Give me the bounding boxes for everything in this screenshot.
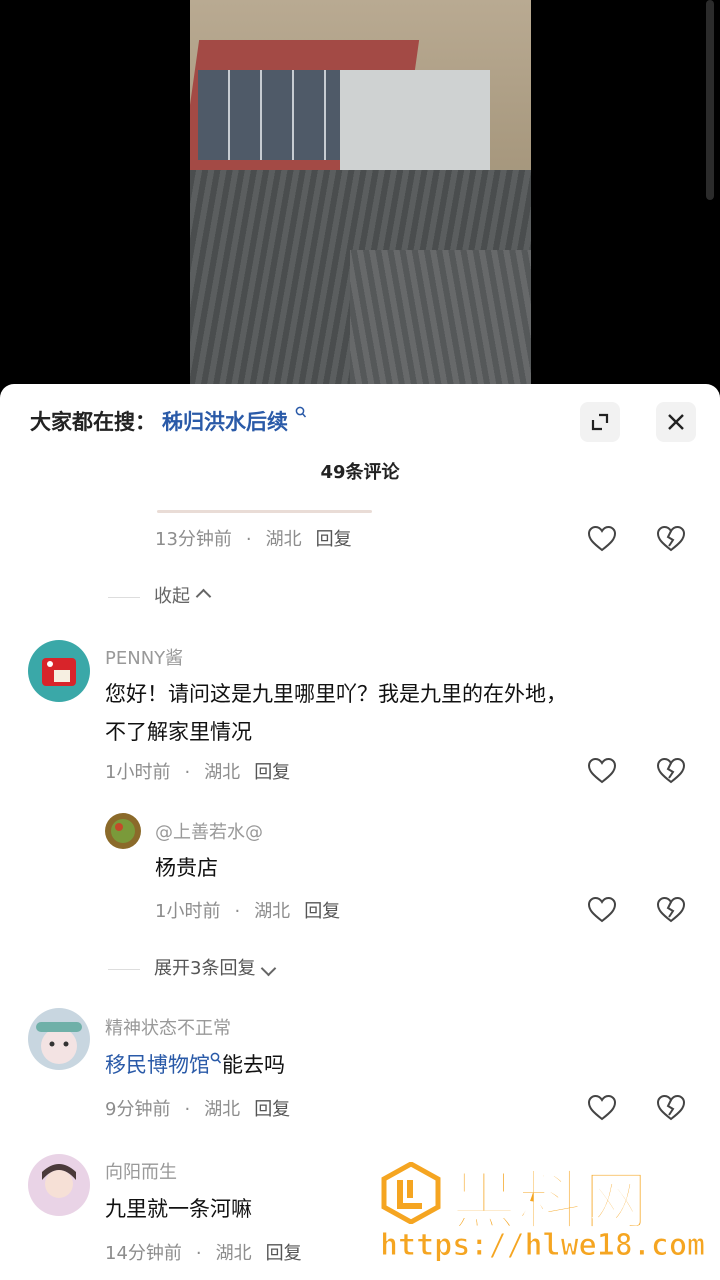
broken-heart-icon[interactable] — [656, 895, 686, 925]
comment-meta: 9分钟前 · 湖北 回复 — [105, 1099, 291, 1120]
comment-username[interactable]: 精神状态不正常 — [105, 1014, 231, 1040]
expand-icon — [591, 413, 609, 431]
comment-time: 13分钟前 — [155, 529, 232, 550]
broken-heart-icon[interactable] — [656, 524, 686, 554]
video-scrollbar[interactable] — [706, 0, 714, 200]
video-frame — [190, 0, 531, 384]
heart-icon[interactable] — [587, 895, 617, 925]
watermark-url: https://hlwe18.com — [379, 1228, 706, 1264]
search-prefix: 大家都在搜： — [30, 410, 156, 434]
comment-location: 湖北 — [265, 529, 302, 550]
close-icon — [668, 414, 684, 430]
heart-icon[interactable] — [587, 524, 617, 554]
comment-text: 移民博物馆 能去吗 — [105, 1046, 285, 1084]
comment-text-line: 您好！请问这是九里哪里吖？我是九里的在外地， — [105, 682, 567, 706]
comment-time: 1小时前 — [105, 762, 171, 783]
reply-button[interactable]: 回复 — [266, 1243, 302, 1264]
reply-button[interactable]: 回复 — [254, 762, 290, 783]
comment-username[interactable]: PENNY酱 — [105, 644, 183, 670]
comment-sheet: 大家都在搜： 秭归洪水后续 49条评论 13分钟前 · 湖北 回复 收起 PENNY酱 … — [0, 384, 720, 1280]
expand-label: 展开3条回复 — [154, 958, 256, 979]
comment-username[interactable]: 向阳而生 — [105, 1158, 177, 1184]
comment-location: 湖北 — [215, 1243, 252, 1264]
expand-replies[interactable]: 展开3条回复 — [108, 954, 277, 980]
comment-meta: 1小时前 · 湖北 回复 — [105, 762, 291, 783]
watermark: 黑料网 https://hlwe18.com — [379, 1150, 720, 1280]
broken-heart-icon[interactable] — [656, 756, 686, 786]
solar-panels — [198, 70, 348, 160]
expand-button[interactable] — [580, 402, 620, 442]
comment-meta: 13分钟前 · 湖北 回复 — [155, 529, 352, 550]
comment-time: 9分钟前 — [105, 1099, 171, 1120]
comment-text: 九里就一条河嘛 — [105, 1197, 252, 1221]
chevron-down-icon — [261, 960, 277, 977]
reply-button[interactable]: 回复 — [254, 1099, 290, 1120]
comment-meta: 14分钟前 · 湖北 回复 — [105, 1243, 302, 1264]
chevron-up-icon — [195, 588, 212, 605]
search-suggestion[interactable]: 大家都在搜： 秭归洪水后续 — [30, 406, 307, 436]
watermark-logo-icon — [381, 1162, 441, 1224]
avatar[interactable] — [105, 813, 141, 849]
comment-location: 湖北 — [204, 762, 241, 783]
comment-location: 湖北 — [204, 1099, 241, 1120]
comment-text-rest: 能去吗 — [222, 1053, 285, 1077]
cut-comment-edge — [157, 510, 372, 513]
search-icon — [290, 406, 307, 424]
collapse-replies[interactable]: 收起 — [108, 582, 212, 608]
reply-button[interactable]: 回复 — [316, 529, 352, 550]
comment-time: 14分钟前 — [105, 1243, 182, 1264]
comment-username[interactable]: @上善若水@ — [155, 818, 263, 844]
comment-text-line: 不了解家里情况 — [105, 720, 252, 744]
search-keyword[interactable]: 秭归洪水后续 — [162, 410, 288, 434]
reply-button[interactable]: 回复 — [304, 901, 340, 922]
comment-text: 杨贵店 — [155, 856, 218, 880]
search-icon — [210, 1052, 222, 1064]
grey-roof-2 — [350, 250, 531, 384]
avatar[interactable] — [28, 1154, 90, 1216]
comment-count: 49条评论 — [320, 462, 400, 483]
avatar[interactable] — [28, 640, 90, 702]
heart-icon[interactable] — [587, 756, 617, 786]
heart-icon[interactable] — [587, 1093, 617, 1123]
collapse-label: 收起 — [154, 586, 190, 607]
comment-time: 1小时前 — [155, 901, 221, 922]
comment-location: 湖北 — [254, 901, 291, 922]
comment-text: 您好！请问这是九里哪里吖？我是九里的在外地， 不了解家里情况 — [105, 675, 567, 751]
broken-heart-icon[interactable] — [656, 1093, 686, 1123]
comment-meta: 1小时前 · 湖北 回复 — [155, 901, 341, 922]
close-button[interactable] — [656, 402, 696, 442]
comment-link[interactable]: 移民博物馆 — [105, 1053, 210, 1077]
avatar[interactable] — [28, 1008, 90, 1070]
video-player[interactable] — [0, 0, 720, 384]
